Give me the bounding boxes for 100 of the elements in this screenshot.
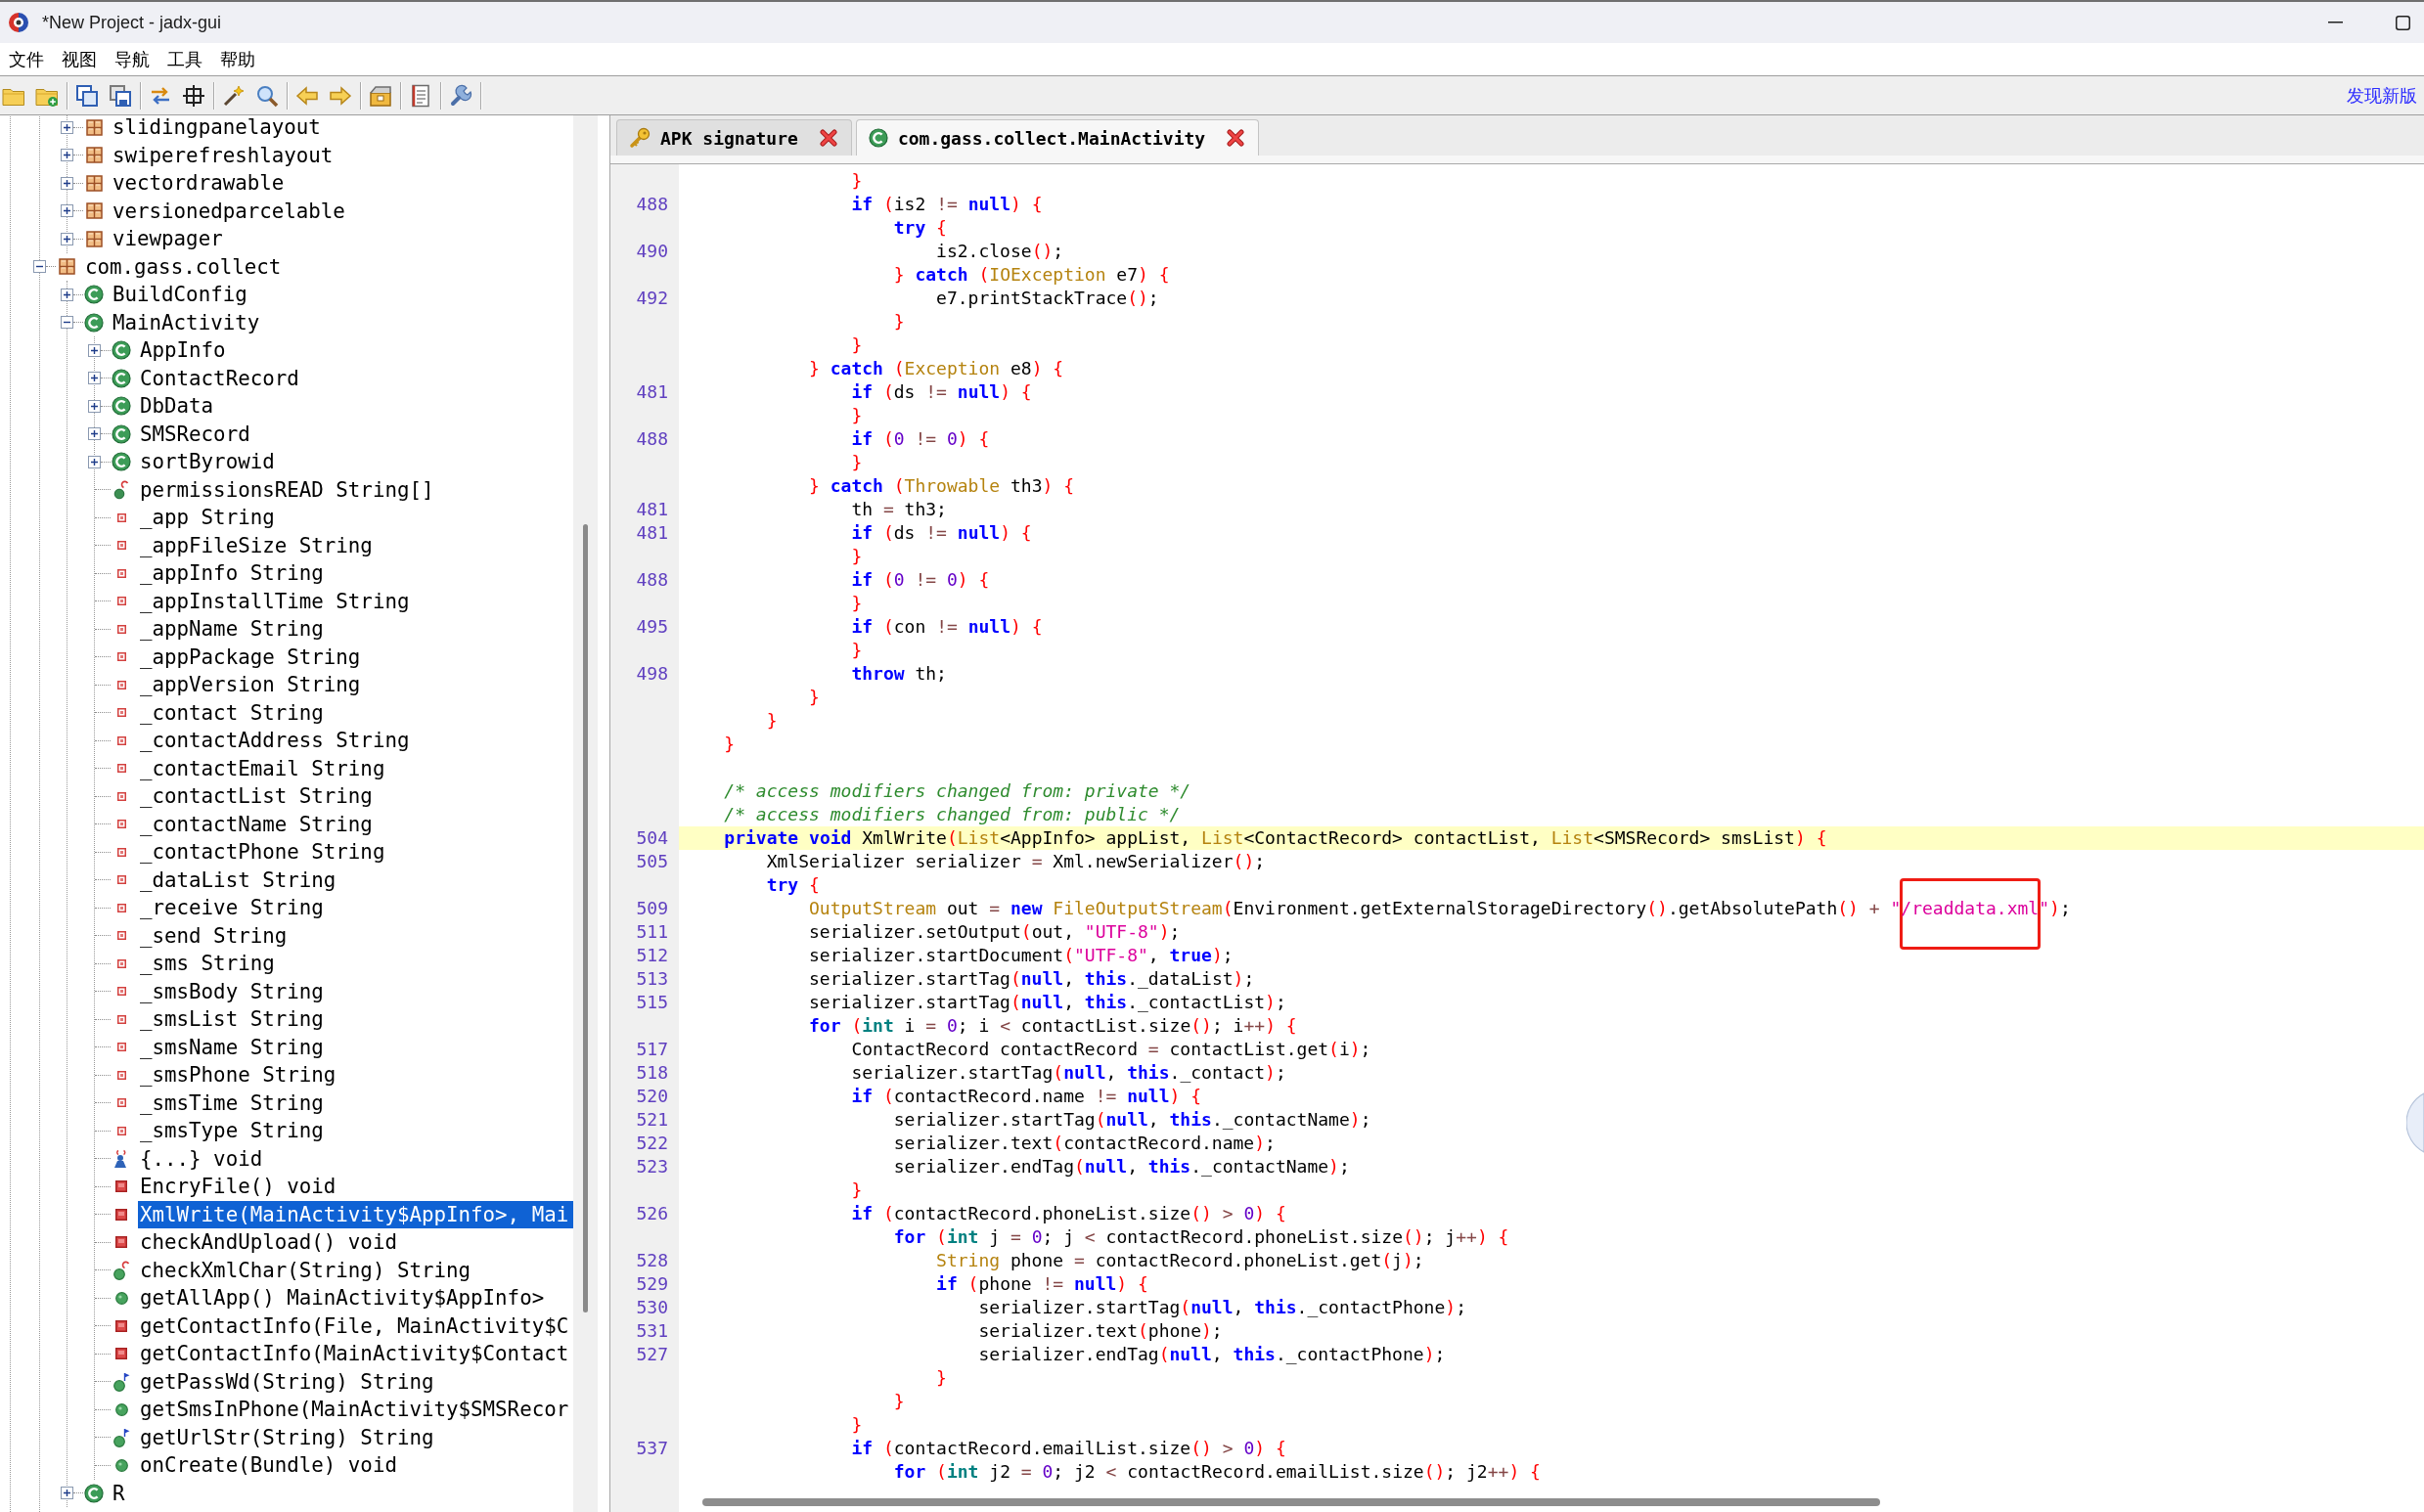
plus-icon[interactable] (61, 204, 73, 218)
plus-icon[interactable] (88, 343, 101, 357)
tree-item[interactable]: _appName String (138, 615, 326, 644)
document-icon[interactable] (409, 83, 432, 108)
tree-item[interactable]: versionedparcelable (111, 197, 347, 225)
tree-item[interactable]: _dataList String (138, 866, 338, 894)
tree-item[interactable]: SMSRecord (138, 420, 252, 448)
tree-item[interactable]: _smsBody String (138, 977, 326, 1005)
tree-item[interactable]: MainActivity (111, 308, 262, 336)
line-number: 520 (636, 1084, 668, 1108)
tree-item[interactable]: _contactAddress String (138, 727, 412, 755)
tree-item[interactable]: _contactName String (138, 810, 375, 838)
tree-item[interactable]: BuildConfig (111, 281, 249, 309)
tree-item[interactable]: getUrlStr(String) String (138, 1423, 436, 1451)
close-icon[interactable] (819, 129, 837, 147)
tree-item[interactable]: getContactInfo(MainActivity$Contact (138, 1340, 571, 1368)
tree-item[interactable]: EncryFile() void (138, 1173, 338, 1201)
tree-item[interactable]: XmlWrite(MainActivity$AppInfo>, Mai (138, 1200, 573, 1228)
minus-icon[interactable] (33, 260, 46, 274)
tree-item[interactable]: ContactRecord (138, 364, 301, 392)
disk-icon[interactable] (109, 83, 132, 108)
plus-icon[interactable] (61, 232, 73, 245)
plus-icon[interactable] (61, 149, 73, 162)
tree-item[interactable]: viewpager (111, 225, 225, 253)
search-icon[interactable] (255, 83, 279, 108)
tree-item[interactable]: AppInfo (138, 336, 228, 365)
pages-icon[interactable] (75, 83, 99, 108)
tree-item[interactable]: _appInfo String (138, 559, 326, 588)
tree-item[interactable]: sortByrowid (138, 448, 277, 476)
plus-icon[interactable] (61, 176, 73, 190)
plus-icon[interactable] (88, 399, 101, 413)
tree-item[interactable]: _contact String (138, 698, 326, 727)
wand-icon[interactable] (222, 83, 246, 108)
minus-icon[interactable] (61, 316, 73, 330)
editor-tab[interactable]: com.gass.collect.MainActivity (855, 119, 1260, 156)
scrollbar-track[interactable] (573, 115, 598, 1512)
tree-item[interactable]: DbData (138, 392, 216, 421)
grid-icon (58, 258, 75, 276)
tree-item[interactable]: _contactEmail String (138, 754, 387, 782)
tree-item[interactable]: checkAndUpload() void (138, 1228, 399, 1257)
menu-item[interactable]: 帮助 (211, 47, 264, 71)
ball-flag-icon (112, 1427, 130, 1447)
tree-item[interactable]: _smsPhone String (138, 1061, 338, 1090)
plus-icon[interactable] (88, 455, 101, 468)
plus-icon[interactable] (88, 427, 101, 441)
tree-item[interactable]: _smsList String (138, 1005, 326, 1034)
menu-item[interactable]: 文件 (0, 47, 53, 71)
tree-item[interactable]: {...} void (138, 1144, 265, 1173)
tree-item[interactable]: _smsType String (138, 1117, 326, 1145)
tree-item[interactable]: checkXmlChar(String) String (138, 1256, 473, 1284)
tree-item[interactable]: _app String (138, 504, 277, 532)
tree-item[interactable]: swiperefreshlayout (111, 141, 336, 169)
tree-item[interactable]: getContactInfo(File, MainActivity$C (138, 1312, 571, 1340)
tree-item[interactable]: _contactPhone String (138, 838, 387, 867)
update-link[interactable]: 发现新版 (2347, 83, 2417, 108)
code-line: e7.printStackTrace(); (936, 286, 1159, 310)
plus-icon[interactable] (88, 372, 101, 385)
plus-icon[interactable] (61, 1487, 73, 1500)
tree-item[interactable]: getPassWd(String) String (138, 1367, 436, 1396)
plus-icon[interactable] (61, 288, 73, 301)
tree-item[interactable]: _contactList String (138, 782, 375, 811)
tree-item[interactable]: _sms String (138, 950, 277, 978)
tree-item[interactable]: _receive String (138, 894, 326, 922)
code-line: } (851, 1412, 863, 1437)
tree-item[interactable]: permissionsREAD String[] (138, 475, 436, 504)
tree-item[interactable]: slidingpanelayout (111, 115, 323, 142)
scrollbar-thumb[interactable] (583, 524, 588, 1312)
editor-tab[interactable]: APK signature (616, 119, 852, 156)
tree-item[interactable]: _smsName String (138, 1033, 326, 1061)
line-number: 512 (636, 943, 668, 967)
line-number: 537 (636, 1436, 668, 1460)
cross-grid-icon[interactable] (182, 83, 205, 108)
tree-item[interactable]: _smsTime String (138, 1089, 326, 1117)
menu-item[interactable]: 导航 (106, 47, 158, 71)
scrollbar-thumb[interactable] (702, 1498, 1880, 1506)
code-line: for (int j2 = 0; j2 < contactRecord.emailList.size(); j2++) { (893, 1459, 1541, 1484)
menu-item[interactable]: 视图 (53, 47, 106, 71)
tree-item[interactable]: _appFileSize String (138, 531, 375, 559)
grid-icon (85, 147, 103, 164)
tree-item[interactable]: _appInstallTime String (138, 587, 412, 615)
menu-item[interactable]: 工具 (158, 47, 211, 71)
box-icon[interactable] (369, 83, 392, 108)
tree-item[interactable]: _appVersion String (138, 671, 363, 699)
small-square-icon (116, 820, 126, 829)
close-icon[interactable] (1227, 129, 1245, 147)
tree-item[interactable]: com.gass.collect (83, 252, 284, 281)
grid-icon (85, 202, 103, 220)
plus-icon[interactable] (61, 120, 73, 134)
tree-item[interactable]: onCreate(Bundle) void (138, 1451, 399, 1480)
tree-item[interactable]: vectordrawable (111, 169, 287, 198)
tree-item[interactable]: _appPackage String (138, 643, 363, 671)
code-line: serializer.startTag(null, this._contactPhone); (978, 1295, 1466, 1319)
line-number: 513 (636, 966, 668, 991)
tree-item[interactable]: getSmsInPhone(MainActivity$SMSRecor (138, 1396, 571, 1424)
tree-item[interactable]: R (111, 1479, 127, 1507)
tree-item[interactable]: _send String (138, 921, 290, 950)
tree-item[interactable]: getAllApp() MainActivity$AppInfo> (138, 1284, 547, 1312)
c-circle-icon (84, 285, 104, 305)
wrench-icon[interactable] (449, 83, 472, 108)
small-square-icon (116, 791, 126, 801)
